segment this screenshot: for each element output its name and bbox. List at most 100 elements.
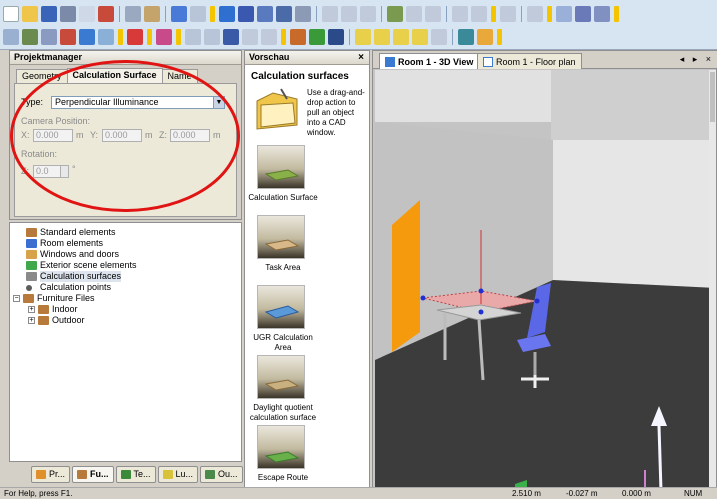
tree-item-exterior[interactable]: Exterior scene elements: [26, 260, 137, 271]
zoom-icon[interactable]: [79, 29, 95, 45]
tab-furniture[interactable]: Fu...: [72, 465, 114, 483]
collapse-icon[interactable]: −: [13, 295, 20, 302]
tab-calculation-surface[interactable]: Calculation Surface: [66, 68, 163, 83]
tab-geometry[interactable]: Geometry: [16, 69, 68, 83]
daylight-icon: [264, 379, 300, 391]
print-icon[interactable]: [60, 6, 76, 22]
toolbar-grip[interactable]: [147, 29, 152, 45]
zoom-in-icon[interactable]: [204, 29, 220, 45]
type-select[interactable]: Perpendicular Illuminance ▼: [51, 96, 225, 109]
tree-item-indoor[interactable]: + Indoor: [28, 304, 78, 315]
thumb-label: Calculation Surface: [248, 193, 318, 202]
expand-icon[interactable]: +: [28, 306, 35, 313]
room-icon[interactable]: [219, 6, 235, 22]
open-icon[interactable]: [22, 6, 38, 22]
scrollbar-thumb[interactable]: [710, 72, 715, 122]
light-icon[interactable]: [156, 29, 172, 45]
tab-luminaires[interactable]: Lu...: [157, 465, 199, 483]
tree-icon[interactable]: [458, 29, 474, 45]
tool-icon[interactable]: [393, 29, 409, 45]
handle[interactable]: [420, 295, 426, 301]
toolbar-grip[interactable]: [491, 6, 496, 22]
thumb-escape-route[interactable]: [257, 425, 305, 469]
toolbar-grip[interactable]: [547, 6, 552, 22]
elements-icon[interactable]: [238, 6, 254, 22]
z-label: Z:: [159, 130, 167, 140]
toolbar-grip[interactable]: [281, 29, 286, 45]
grid-icon[interactable]: [556, 6, 572, 22]
toolbar-grip[interactable]: [176, 29, 181, 45]
rect-icon[interactable]: [575, 6, 591, 22]
tree-item-calculation-surfaces[interactable]: Calculation surfaces: [26, 271, 122, 282]
x-field[interactable]: 0.000: [33, 129, 73, 142]
toolbar-grip[interactable]: [497, 29, 502, 45]
tab-name[interactable]: Name: [161, 69, 198, 83]
scrollbar[interactable]: [709, 70, 716, 491]
rotation-field[interactable]: 0.0: [33, 165, 61, 178]
tree-item-calculation-points[interactable]: Calculation points: [26, 282, 111, 293]
z-field[interactable]: 0.000: [170, 129, 210, 142]
redo-icon[interactable]: [190, 6, 206, 22]
chevron-down-icon[interactable]: ▼: [213, 97, 224, 108]
calc-icon[interactable]: [276, 6, 292, 22]
surface-icon[interactable]: [328, 29, 344, 45]
handle[interactable]: [478, 309, 484, 315]
orbit-icon[interactable]: [242, 29, 258, 45]
thumb-ugr-area[interactable]: [257, 285, 305, 329]
tab-textures[interactable]: Te...: [115, 465, 156, 483]
cut-icon[interactable]: [98, 6, 114, 22]
pointer-icon[interactable]: [22, 29, 38, 45]
tool-icon[interactable]: [374, 29, 390, 45]
save-icon[interactable]: [41, 6, 57, 22]
tab-navigation[interactable]: ◂ ▸ ×: [680, 54, 714, 65]
tool-icon[interactable]: [355, 29, 371, 45]
3d-scene[interactable]: [375, 70, 716, 491]
y-field[interactable]: 0.000: [102, 129, 142, 142]
arrow-icon[interactable]: [185, 29, 201, 45]
view-icon[interactable]: [60, 29, 76, 45]
tree-item-outdoor[interactable]: + Outdoor: [28, 315, 85, 326]
thumb-calculation-surface[interactable]: [257, 145, 305, 189]
measure-icon[interactable]: [261, 29, 277, 45]
select-icon[interactable]: [3, 29, 19, 45]
toolbar-grip[interactable]: [210, 6, 215, 22]
undo-icon[interactable]: [171, 6, 187, 22]
layout-icon[interactable]: [594, 6, 610, 22]
paste-icon[interactable]: [144, 6, 160, 22]
camera-position-label: Camera Position:: [21, 116, 91, 126]
zoom-window-icon[interactable]: [223, 29, 239, 45]
tree-item-windows-doors[interactable]: Windows and doors: [26, 249, 119, 260]
tree-item-label: Calculation points: [40, 282, 112, 292]
thumb-daylight-quotient[interactable]: [257, 355, 305, 399]
status-y: -0.027 m: [566, 489, 598, 498]
color-icon[interactable]: [290, 29, 306, 45]
new-icon[interactable]: [3, 6, 19, 22]
rotation-spinner[interactable]: [60, 165, 69, 178]
luminaires-icon[interactable]: [257, 6, 273, 22]
room-render[interactable]: [375, 70, 716, 491]
gear-icon[interactable]: [387, 6, 403, 22]
tree-item-standard-elements[interactable]: Standard elements: [26, 227, 116, 238]
handle[interactable]: [534, 298, 540, 304]
close-icon[interactable]: ×: [358, 51, 364, 64]
folder-icon[interactable]: [477, 29, 493, 45]
preview-icon[interactable]: [79, 6, 95, 22]
pan-icon[interactable]: [98, 29, 114, 45]
points-icon[interactable]: [309, 29, 325, 45]
tab-project[interactable]: Pr...: [31, 465, 71, 483]
expand-icon[interactable]: +: [28, 317, 35, 324]
handle[interactable]: [478, 288, 484, 294]
toolbar-grip[interactable]: [118, 29, 123, 45]
camera-icon[interactable]: [127, 29, 143, 45]
output-icon[interactable]: [295, 6, 311, 22]
copy-icon[interactable]: [125, 6, 141, 22]
tab-floor-plan[interactable]: Room 1 - Floor plan: [477, 53, 582, 69]
rotate-icon[interactable]: [41, 29, 57, 45]
tree-item-room-elements[interactable]: Room elements: [26, 238, 103, 249]
tree-item-furniture-files[interactable]: − Furniture Files: [13, 293, 95, 304]
tab-3d-view[interactable]: Room 1 - 3D View: [379, 53, 480, 69]
thumb-task-area[interactable]: [257, 215, 305, 259]
toolbar-grip[interactable]: [614, 6, 619, 22]
tab-output[interactable]: Ou...: [200, 465, 243, 483]
tool-icon[interactable]: [412, 29, 428, 45]
